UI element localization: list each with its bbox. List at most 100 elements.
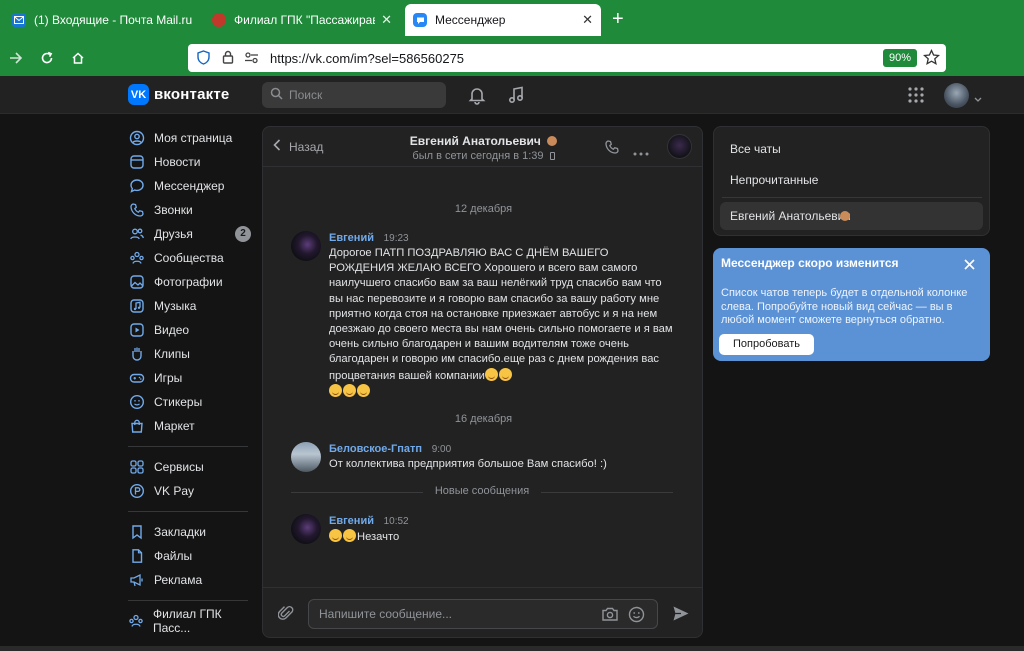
- menu-divider: [128, 600, 248, 601]
- sender-avatar[interactable]: [291, 231, 321, 261]
- apps-grid-icon[interactable]: [906, 85, 926, 105]
- menu-item-communities[interactable]: Сообщества: [128, 246, 256, 270]
- message-author[interactable]: Беловское-Гпатп: [329, 443, 422, 455]
- menu-item-my-page[interactable]: Моя страница: [128, 126, 256, 150]
- photo-icon: [128, 273, 146, 291]
- menu-item-clips[interactable]: Клипы: [128, 342, 256, 366]
- menu-item-vk-pay[interactable]: VK Pay: [128, 479, 256, 503]
- menu-item-stickers[interactable]: Стикеры: [128, 390, 256, 414]
- message-text: От коллектива предприятия большое Вам сп…: [329, 458, 607, 470]
- menu-item-group-page[interactable]: Филиал ГПК Пасс...: [128, 607, 256, 635]
- search-input[interactable]: [289, 88, 439, 102]
- market-icon: [128, 417, 146, 435]
- zoom-indicator[interactable]: 90%: [883, 49, 918, 67]
- menu-item-services[interactable]: Сервисы: [128, 455, 256, 479]
- user-circle-icon: [128, 129, 146, 147]
- menu-item-friends[interactable]: Друзья 2: [128, 222, 256, 246]
- messenger-icon: [413, 13, 427, 27]
- menu-label: Закладки: [154, 525, 206, 539]
- menu-label: Игры: [154, 371, 183, 385]
- peer-avatar[interactable]: [667, 134, 692, 159]
- menu-label: Видео: [154, 323, 190, 337]
- menu-item-bookmarks[interactable]: Закладки: [128, 520, 256, 544]
- star-icon[interactable]: [922, 48, 941, 69]
- vk-header: VK вконтакте: [0, 76, 1024, 114]
- date-separator: 16 декабря: [454, 413, 513, 425]
- lock-icon[interactable]: [222, 50, 234, 67]
- message-meta: Евгений 19:23: [329, 229, 674, 244]
- sender-avatar[interactable]: [291, 514, 321, 544]
- window-bottom-edge: [0, 646, 1024, 651]
- menu-item-calls[interactable]: Звонки: [128, 198, 256, 222]
- megaphone-icon: [128, 571, 146, 589]
- new-tab-button[interactable]: +: [612, 8, 624, 30]
- menu-item-ads[interactable]: Реклама: [128, 568, 256, 592]
- music-note-icon[interactable]: [506, 85, 526, 105]
- user-avatar[interactable]: [944, 83, 969, 108]
- menu-item-files[interactable]: Файлы: [128, 544, 256, 568]
- menu-item-games[interactable]: Игры: [128, 366, 256, 390]
- music-icon: [128, 297, 146, 315]
- left-menu: Моя страница Новости Мессенджер Звонки Д…: [128, 126, 256, 635]
- send-icon[interactable]: [672, 605, 690, 625]
- message-input[interactable]: [319, 606, 589, 622]
- clips-icon: [128, 345, 146, 363]
- file-icon: [128, 547, 146, 565]
- menu-item-messenger[interactable]: Мессенджер: [128, 174, 256, 198]
- selected-chat-label: Евгений Анатольевич: [730, 209, 851, 223]
- camera-icon[interactable]: [601, 606, 619, 625]
- communities-icon: [128, 249, 146, 267]
- menu-item-market[interactable]: Маркет: [128, 414, 256, 438]
- menu-item-music[interactable]: Музыка: [128, 294, 256, 318]
- message-author[interactable]: Евгений: [329, 515, 374, 527]
- chat-header: Назад Евгений Анатольевич был в сети сег…: [263, 127, 702, 167]
- vk-logo-badge: VK: [128, 84, 149, 105]
- message-icon: [128, 177, 146, 195]
- chevron-down-icon[interactable]: [974, 91, 982, 106]
- video-icon: [128, 321, 146, 339]
- close-icon[interactable]: ✕: [576, 12, 593, 28]
- url-text[interactable]: https://vk.com/im?sel=586560275: [270, 51, 464, 66]
- tab-label: Мессенджер: [435, 13, 506, 27]
- home-icon[interactable]: [68, 48, 88, 68]
- peer-emoji-icon: [840, 211, 850, 221]
- browser-toolbar: https://vk.com/im?sel=586560275 90%: [0, 40, 1024, 76]
- try-button[interactable]: Попробовать: [719, 334, 814, 355]
- menu-divider: [128, 446, 248, 447]
- separator-line: [541, 492, 673, 493]
- more-icon[interactable]: [633, 144, 649, 159]
- message-author[interactable]: Евгений: [329, 232, 374, 244]
- menu-item-news[interactable]: Новости: [128, 150, 256, 174]
- reload-icon[interactable]: [37, 48, 57, 68]
- message-field[interactable]: [308, 599, 658, 629]
- permissions-icon[interactable]: [244, 51, 259, 67]
- menu-item-video[interactable]: Видео: [128, 318, 256, 342]
- address-bar[interactable]: https://vk.com/im?sel=586560275 90%: [188, 44, 946, 72]
- menu-item-photos[interactable]: Фотографии: [128, 270, 256, 294]
- search-icon: [270, 87, 283, 103]
- forward-icon[interactable]: [6, 48, 26, 68]
- shield-icon[interactable]: [197, 50, 210, 68]
- tab-group-page[interactable]: Филиал ГПК "Пассажиравтотр ✕: [204, 4, 400, 36]
- close-icon[interactable]: ✕: [375, 12, 392, 28]
- phone-icon[interactable]: [604, 139, 620, 158]
- search-box[interactable]: [262, 82, 446, 108]
- news-icon: [128, 153, 146, 171]
- smile-icon[interactable]: [628, 606, 645, 626]
- folder-unread[interactable]: Непрочитанные: [730, 173, 818, 187]
- tab-mail[interactable]: (1) Входящие - Почта Mail.ru: [4, 4, 200, 36]
- menu-label: Маркет: [154, 419, 195, 433]
- menu-label: Стикеры: [154, 395, 203, 409]
- close-icon[interactable]: [964, 258, 975, 274]
- paperclip-icon[interactable]: [277, 604, 294, 625]
- menu-divider: [128, 511, 248, 512]
- sender-avatar[interactable]: [291, 442, 321, 472]
- tab-messenger[interactable]: Мессенджер ✕: [405, 4, 601, 36]
- bell-icon[interactable]: [467, 85, 487, 105]
- vk-logo[interactable]: VK вконтакте: [128, 84, 229, 105]
- selected-chat-item[interactable]: Евгений Анатольевич: [720, 202, 983, 230]
- message-body: Евгений 10:52 Незачто: [329, 512, 674, 545]
- phone-icon: [128, 201, 146, 219]
- folder-all-chats[interactable]: Все чаты: [730, 142, 781, 156]
- bookmark-icon: [128, 523, 146, 541]
